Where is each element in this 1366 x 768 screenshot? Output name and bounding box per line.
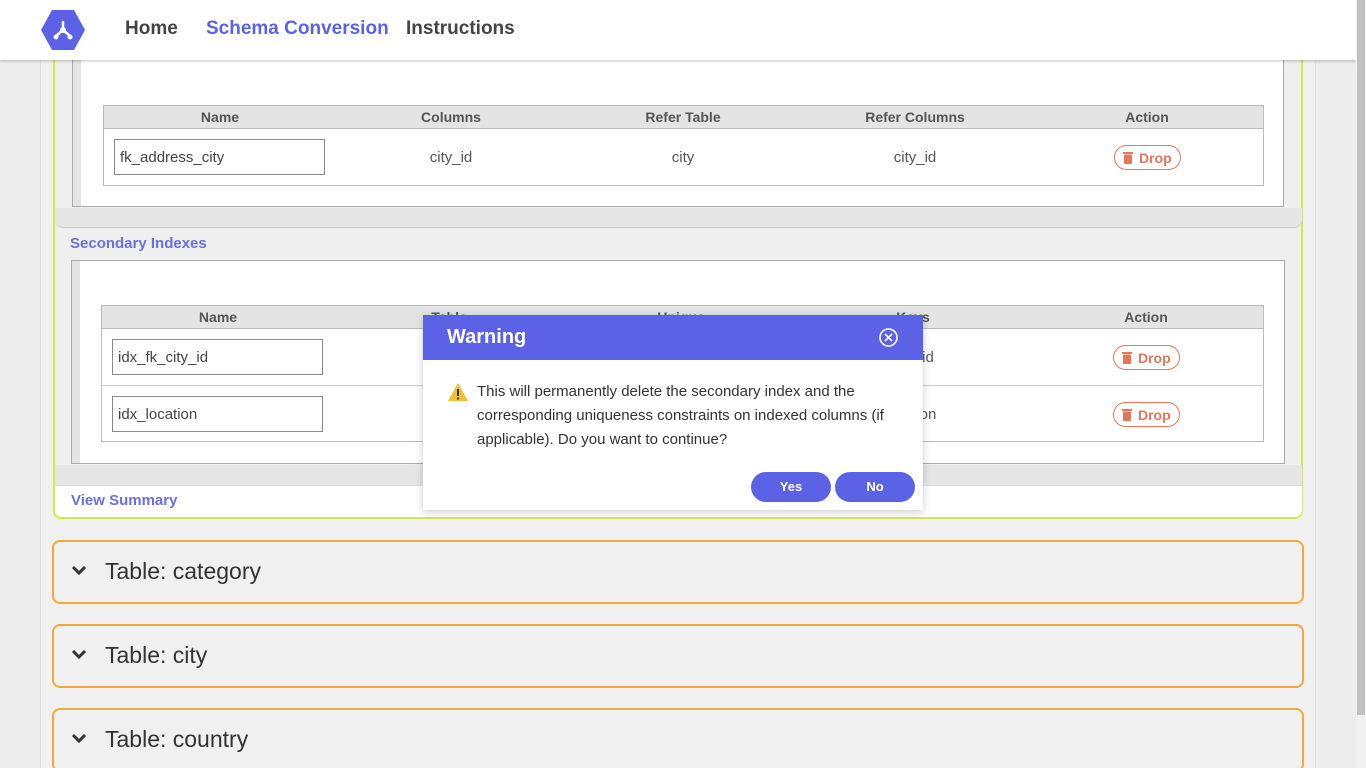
header-columns: Columns xyxy=(421,109,481,125)
drop-label: Drop xyxy=(1138,350,1171,366)
index-name-input[interactable]: idx_fk_city_id xyxy=(112,339,323,375)
scrollbar-thumb[interactable] xyxy=(1357,0,1365,715)
chevron-down-icon xyxy=(71,565,87,576)
header-action: Action xyxy=(1124,309,1168,325)
foreign-keys-panel: Name Columns Refer Table Refer Columns A… xyxy=(72,60,1284,207)
foreign-keys-table: Name Columns Refer Table Refer Columns A… xyxy=(103,105,1264,186)
app-logo-icon[interactable] xyxy=(40,8,86,52)
fk-panel-footer xyxy=(55,208,1302,228)
header-refer-table: Refer Table xyxy=(645,109,721,125)
nav-home[interactable]: Home xyxy=(125,18,178,40)
drop-label: Drop xyxy=(1138,407,1171,423)
nav-instructions[interactable]: Instructions xyxy=(406,18,515,40)
header-name: Name xyxy=(198,309,238,325)
page-scrollbar[interactable] xyxy=(1356,0,1366,768)
table-accordion-country[interactable]: Table: country xyxy=(52,708,1304,768)
table-accordion-category[interactable]: Table: category xyxy=(52,540,1304,604)
header-refer-columns: Refer Columns xyxy=(865,109,965,125)
index-drop-button[interactable]: Drop xyxy=(1113,345,1180,370)
top-navbar: Home Schema Conversion Instructions xyxy=(0,0,1356,60)
table-accordion-city[interactable]: Table: city xyxy=(52,624,1304,688)
nav-schema-conversion[interactable]: Schema Conversion xyxy=(206,18,389,40)
trash-icon xyxy=(1122,352,1132,364)
no-button[interactable]: No xyxy=(835,472,915,502)
yes-button[interactable]: Yes xyxy=(751,472,831,502)
header-name: Name xyxy=(200,109,240,125)
index-keys-cell: id xyxy=(922,349,934,366)
header-action: Action xyxy=(1125,109,1169,125)
fk-columns-cell: city_id xyxy=(429,149,473,166)
panel-left-bar xyxy=(73,60,81,206)
warning-modal: Warning This will permanently delete the… xyxy=(423,315,923,510)
chevron-down-icon xyxy=(71,733,87,744)
trash-icon xyxy=(1123,152,1133,164)
warning-icon xyxy=(448,383,468,401)
view-summary-link[interactable]: View Summary xyxy=(71,492,177,509)
fk-refer-table-cell: city xyxy=(671,149,695,166)
modal-header: Warning xyxy=(423,315,923,360)
accordion-title: Table: country xyxy=(105,726,249,752)
panel-left-bar xyxy=(72,261,80,463)
accordion-title: Table: category xyxy=(105,558,261,584)
index-drop-button[interactable]: Drop xyxy=(1113,402,1180,427)
index-name-input[interactable]: idx_location xyxy=(112,396,323,432)
fk-drop-button[interactable]: Drop xyxy=(1114,145,1181,170)
chevron-down-icon xyxy=(71,649,87,660)
close-icon[interactable] xyxy=(879,328,898,347)
modal-message: This will permanently delete the seconda… xyxy=(477,383,884,448)
fk-name-input[interactable]: fk_address_city xyxy=(114,139,325,175)
modal-title: Warning xyxy=(447,326,527,348)
accordion-title: Table: city xyxy=(105,642,208,668)
drop-label: Drop xyxy=(1139,150,1172,166)
trash-icon xyxy=(1122,409,1132,421)
fk-refer-columns-cell: city_id xyxy=(893,149,937,166)
secondary-indexes-heading[interactable]: Secondary Indexes xyxy=(70,235,207,252)
